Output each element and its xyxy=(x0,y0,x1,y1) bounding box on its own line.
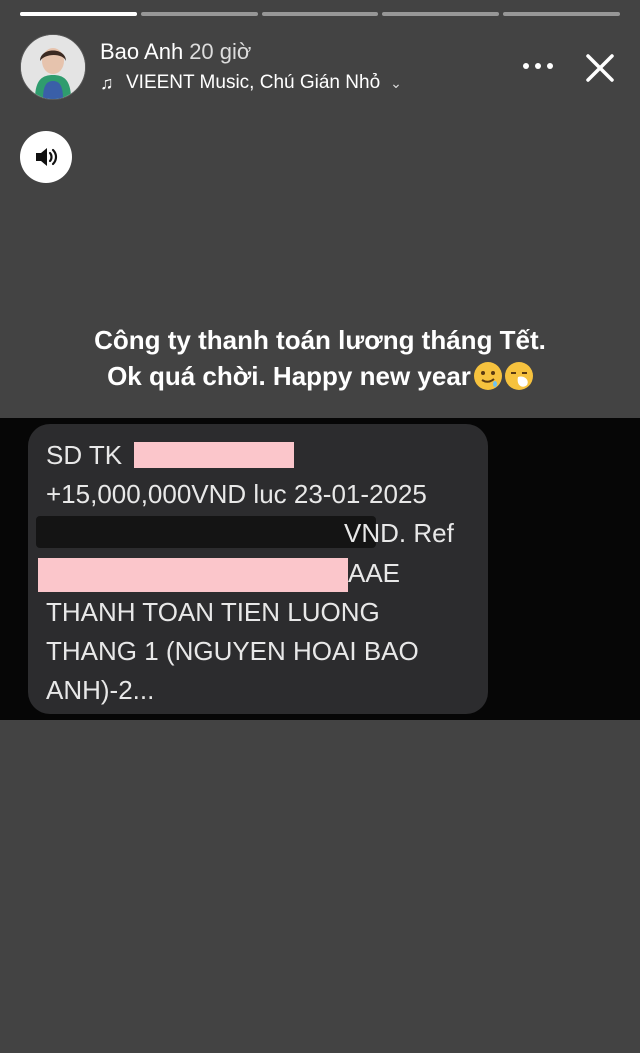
time-ago: 20 giờ xyxy=(189,39,252,64)
close-icon xyxy=(586,54,614,82)
caption-line: Công ty thanh toán lương tháng Tết. xyxy=(94,325,546,355)
caption-line: Ok quá chời. Happy new year xyxy=(107,361,471,391)
story-username[interactable]: Bao Anh 20 giờ xyxy=(100,39,251,65)
story-header: Bao Anh 20 giờ ♫ VIEENT Music, Chú Gián N… xyxy=(20,34,620,102)
music-text[interactable]: VIEENT Music, Chú Gián Nhỏ xyxy=(126,72,380,94)
sneezing-face-emoji xyxy=(504,362,533,390)
music-note-icon: ♫ xyxy=(100,72,114,93)
progress-segment xyxy=(382,12,500,16)
speaker-icon xyxy=(36,148,58,166)
sms-line: THANH TOAN TIEN LUONG xyxy=(46,597,380,627)
progress-segment xyxy=(261,12,379,16)
avatar[interactable] xyxy=(20,34,86,100)
sms-line: VND. Ref xyxy=(344,518,454,548)
sms-line: AAE xyxy=(348,558,401,588)
sms-line: SD TK xyxy=(46,440,123,470)
sound-toggle-button[interactable] xyxy=(20,131,72,183)
story-caption: Công ty thanh toán lương tháng Tết. Ok q… xyxy=(0,322,640,394)
drooling-face-emoji xyxy=(473,362,502,390)
smudged-text xyxy=(36,516,376,548)
more-options-button[interactable] xyxy=(518,52,558,80)
story-photo: SD TK +15,000,000VND luc 23-01-2025 VND.… xyxy=(0,418,640,720)
caption-line-with-emoji: Ok quá chời. Happy new year xyxy=(0,358,640,394)
chevron-down-icon[interactable]: ⌄ xyxy=(390,75,402,92)
redaction-block xyxy=(38,558,348,592)
more-dot xyxy=(547,63,553,69)
progress-segment xyxy=(503,12,620,16)
sms-line: ANH)-2... xyxy=(46,675,155,705)
progress-segment xyxy=(20,12,137,16)
sms-line: +15,000,000VND luc 23-01-2025 xyxy=(46,479,427,509)
story-progress-bar xyxy=(20,12,620,16)
progress-segment xyxy=(140,12,258,16)
user-name[interactable]: Bao Anh xyxy=(100,39,183,64)
sms-line: THANG 1 (NGUYEN HOAI BAO xyxy=(46,636,419,666)
more-dot xyxy=(535,63,541,69)
close-button[interactable] xyxy=(580,48,620,88)
music-info[interactable]: ♫ VIEENT Music, Chú Gián Nhỏ ⌄ xyxy=(100,72,402,94)
more-dot xyxy=(523,63,529,69)
redaction-block xyxy=(134,442,294,468)
